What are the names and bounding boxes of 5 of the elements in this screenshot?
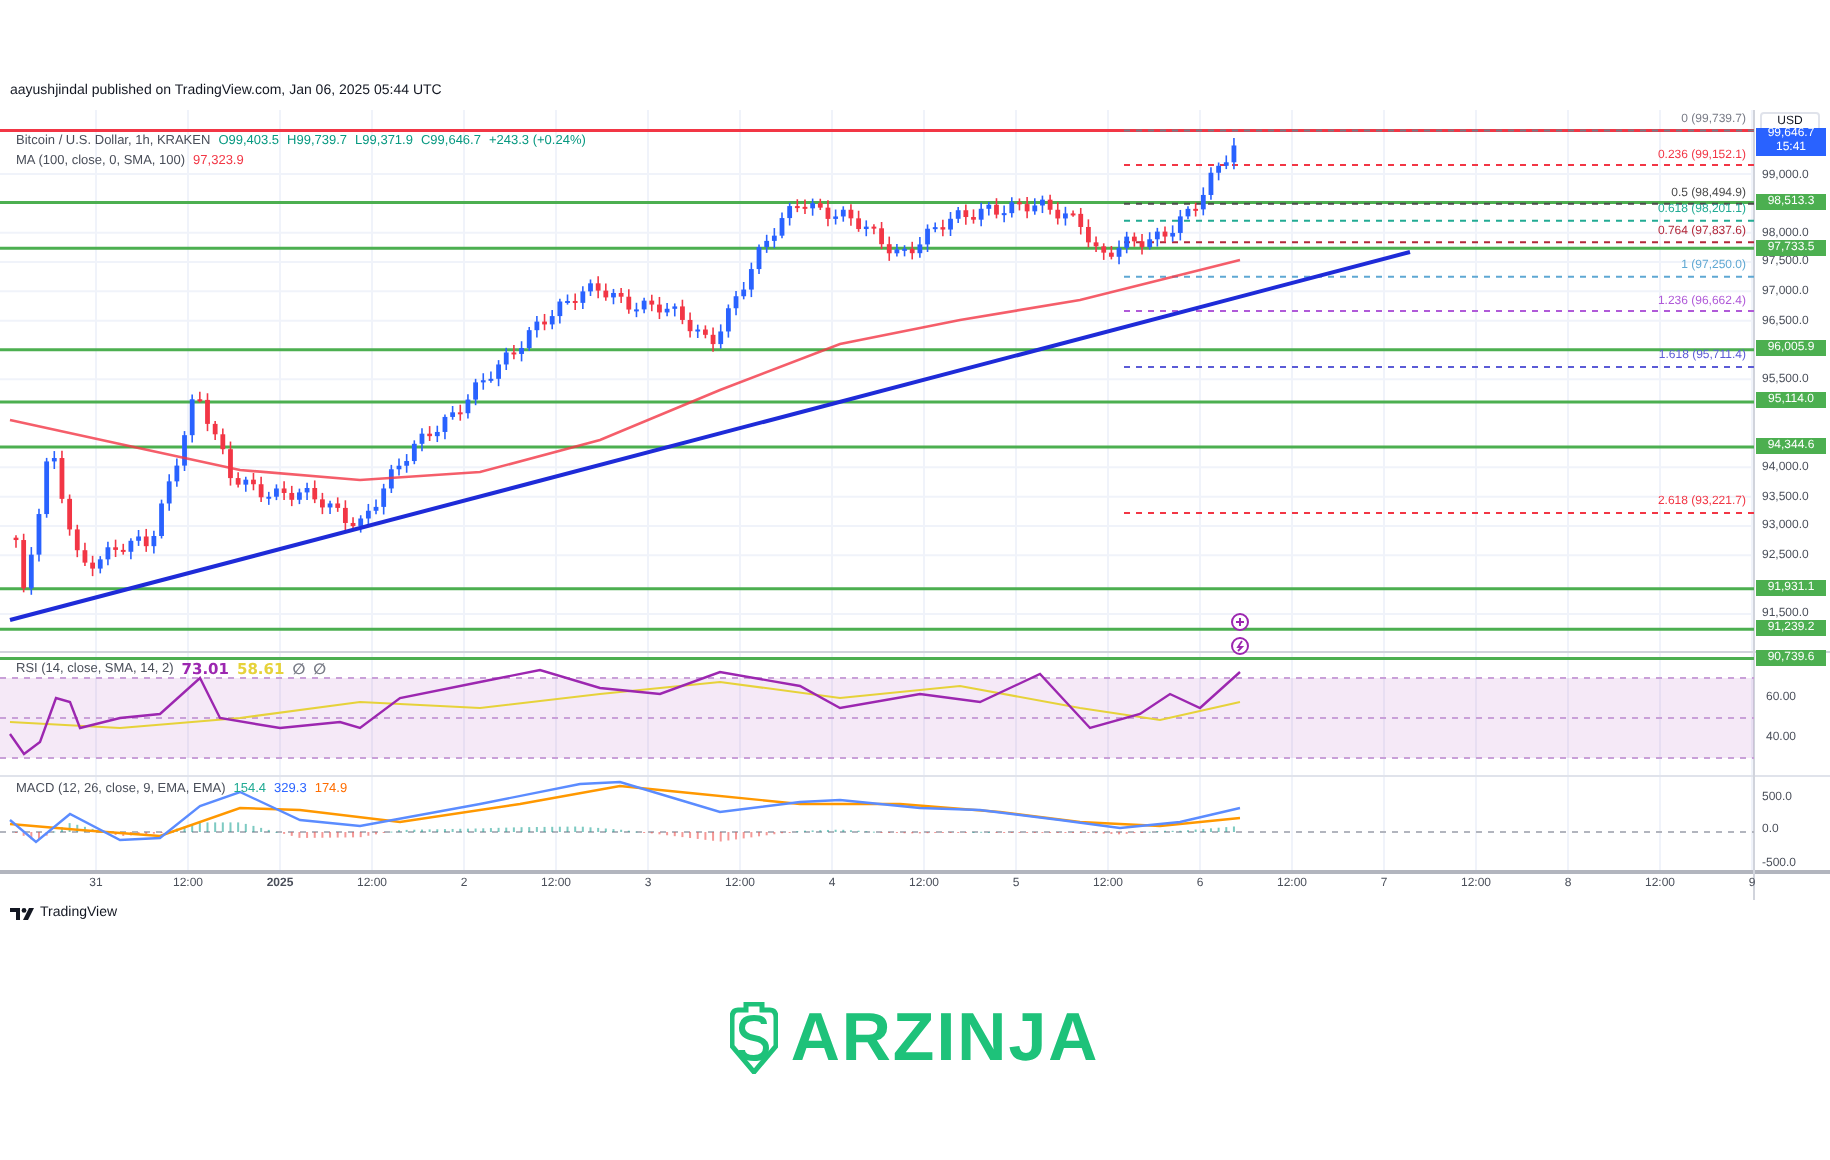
tradingview-logo-icon [10,908,34,920]
plus-circle-icon[interactable] [1231,613,1249,631]
brand-name: ARZINJA [790,1000,1100,1076]
shield-logo-icon [730,1002,779,1074]
lightning-circle-icon[interactable] [1231,637,1249,655]
